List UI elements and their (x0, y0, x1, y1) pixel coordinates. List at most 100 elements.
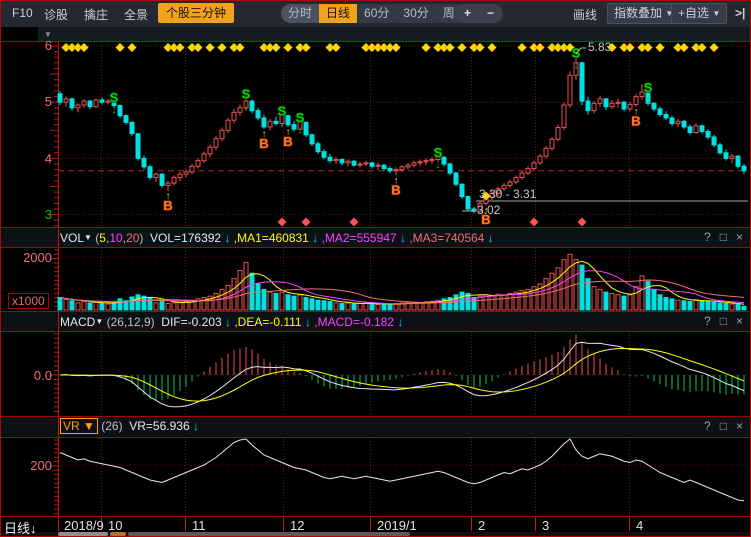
help-icon[interactable]: ? (704, 230, 711, 244)
period-label[interactable]: 日线↓ (4, 518, 37, 537)
scrollbar-track-used[interactable] (128, 532, 410, 536)
draw-line-button[interactable]: 画线 (573, 6, 597, 23)
header-part[interactable]: ▼ (84, 233, 92, 242)
down-arrow-icon: ↓ (30, 521, 37, 536)
vr-panel-icons: ? □ × (695, 417, 743, 436)
zoom-out-button[interactable]: − (487, 4, 494, 23)
low-price-annotation: 3.02 (477, 203, 500, 217)
vr-panel-header: VR ▼ (26) VR=56.936 ↓ ? □ × (0, 417, 751, 436)
svg-text:S: S (572, 46, 581, 61)
svg-text:↑: ↑ (634, 107, 639, 118)
chart-canvas[interactable]: S↓S↓S↓S↓S↓S↓S↓↑B↑B↑B↑B↑B↑B (0, 0, 751, 537)
svg-text:↑: ↑ (394, 175, 399, 186)
macd-series (60, 334, 744, 407)
scrollbar-thumb[interactable] (58, 532, 108, 536)
macd-panel-header: MACD▼ (26,12,9) DIF=-0.203 ↓ ,DEA=-0.111… (0, 312, 751, 331)
period-30min[interactable]: 30分 (396, 4, 435, 23)
header-part: ↓ (225, 315, 234, 329)
svg-text:S: S (242, 87, 251, 102)
svg-text:S: S (278, 103, 287, 118)
header-part: VOL=176392 (150, 231, 224, 245)
header-part: ,MA2=555947 (322, 231, 400, 245)
period-intraday[interactable]: 分时 (281, 4, 319, 23)
svg-text:B: B (481, 212, 490, 227)
dif-line (60, 342, 744, 406)
price-label-5: 5 (4, 94, 52, 109)
text-overlay: 6 5 4 3 2000 x1000 0.0 200 5.83 3.30 - 3… (0, 0, 751, 537)
header-part: ↓ (488, 231, 494, 245)
close-icon[interactable]: × (736, 230, 743, 244)
maximize-icon[interactable]: □ (720, 314, 727, 328)
header-part: VOL (60, 231, 84, 245)
panel-separators (0, 1, 751, 537)
help-icon[interactable]: ? (704, 419, 711, 433)
header-part: (26) (98, 419, 129, 433)
header-part: ,MA1=460831 (234, 231, 312, 245)
header-part: ↓ (397, 315, 403, 329)
signal-markers: S↓S↓S↓S↓S↓S↓S↓↑B↑B↑B↑B↑B↑B (62, 43, 719, 227)
svg-text:B: B (163, 198, 172, 213)
header-part: VR=56.936 (129, 419, 193, 433)
close-icon[interactable]: × (736, 314, 743, 328)
zoom-in-button[interactable]: + (464, 4, 471, 23)
volume-series (58, 254, 746, 310)
svg-text:↓: ↓ (112, 105, 117, 116)
menu-f10[interactable]: F10 (12, 6, 33, 20)
zoom-controls: + − (455, 4, 503, 23)
svg-text:↑: ↑ (262, 129, 267, 140)
header-part: ) (139, 231, 150, 245)
vol-ma10-line (60, 271, 744, 304)
app-window: F10 诊股 擒庄 全景 个股三分钟 分时 日线 60分 30分 周线 ▼ + … (0, 0, 751, 537)
chevron-down-icon[interactable]: ▼ (44, 30, 52, 39)
help-icon[interactable]: ? (704, 314, 711, 328)
macd-zero-label: 0.0 (4, 368, 52, 383)
chevron-down-icon: ▼ (712, 9, 720, 18)
header-part[interactable]: VR ▼ (60, 418, 98, 434)
svg-text:S: S (644, 80, 653, 95)
top-toolbar: F10 诊股 擒庄 全景 个股三分钟 分时 日线 60分 30分 周线 ▼ + … (0, 0, 751, 27)
period-60min[interactable]: 60分 (357, 4, 396, 23)
svg-text:↑: ↑ (166, 191, 171, 202)
maximize-icon[interactable]: □ (720, 419, 727, 433)
header-part: 20 (126, 231, 139, 245)
vol-panel-header: VOL▼ (5,10,20) VOL=176392 ↓ ,MA1=460831 … (0, 228, 751, 247)
vr-series (60, 439, 744, 501)
price-axis (50, 41, 630, 531)
stock-3min-button[interactable]: 个股三分钟 (158, 3, 234, 23)
svg-text:↓: ↓ (436, 160, 441, 171)
index-overlay-button[interactable]: 指数叠加 ▼ (607, 3, 680, 24)
time-axis-row (0, 517, 751, 532)
maximize-icon[interactable]: □ (720, 230, 727, 244)
vol-panel-icons: ? □ × (695, 228, 743, 247)
header-part: DIF=-0.203 (161, 315, 225, 329)
menu-panorama[interactable]: 全景 (124, 6, 148, 23)
menu-diagnose[interactable]: 诊股 (44, 6, 68, 23)
collapse-panel-icon[interactable]: >| (735, 6, 745, 20)
svg-text:↓: ↓ (646, 95, 651, 106)
menu-qinzhuang[interactable]: 擒庄 (84, 6, 108, 23)
add-watchlist-button[interactable]: +自选 ▼ (671, 3, 727, 24)
svg-text:↓: ↓ (574, 61, 579, 72)
svg-text:B: B (391, 182, 400, 197)
price-label-4: 4 (4, 151, 52, 166)
svg-text:S: S (110, 90, 119, 105)
header-part: ↓ (400, 231, 409, 245)
vr-scale-label: 200 (4, 458, 52, 473)
vr-indicator-readout[interactable]: VR ▼ (26) VR=56.936 ↓ (60, 417, 199, 436)
macd-indicator-readout[interactable]: MACD▼ (26,12,9) DIF=-0.203 ↓ ,DEA=-0.111… (60, 312, 403, 332)
vol-indicator-readout[interactable]: VOL▼ (5,10,20) VOL=176392 ↓ ,MA1=460831 … (60, 228, 494, 248)
svg-text:B: B (259, 136, 268, 151)
header-part: ↓ (224, 231, 233, 245)
dea-line (60, 348, 744, 401)
period-daily[interactable]: 日线 (319, 4, 357, 23)
macd-panel-icons: ? □ × (695, 312, 743, 331)
svg-text:↑: ↑ (286, 127, 291, 138)
candlestick-series (58, 56, 746, 214)
svg-text:S: S (296, 110, 305, 125)
close-icon[interactable]: × (736, 419, 743, 433)
vol-ma5-line (60, 261, 744, 304)
header-part: ,MA3=740564 (409, 231, 487, 245)
horizontal-scrollbar[interactable] (0, 532, 751, 537)
peak-price-annotation: 5.83 (588, 40, 611, 54)
svg-text:B: B (283, 134, 292, 149)
